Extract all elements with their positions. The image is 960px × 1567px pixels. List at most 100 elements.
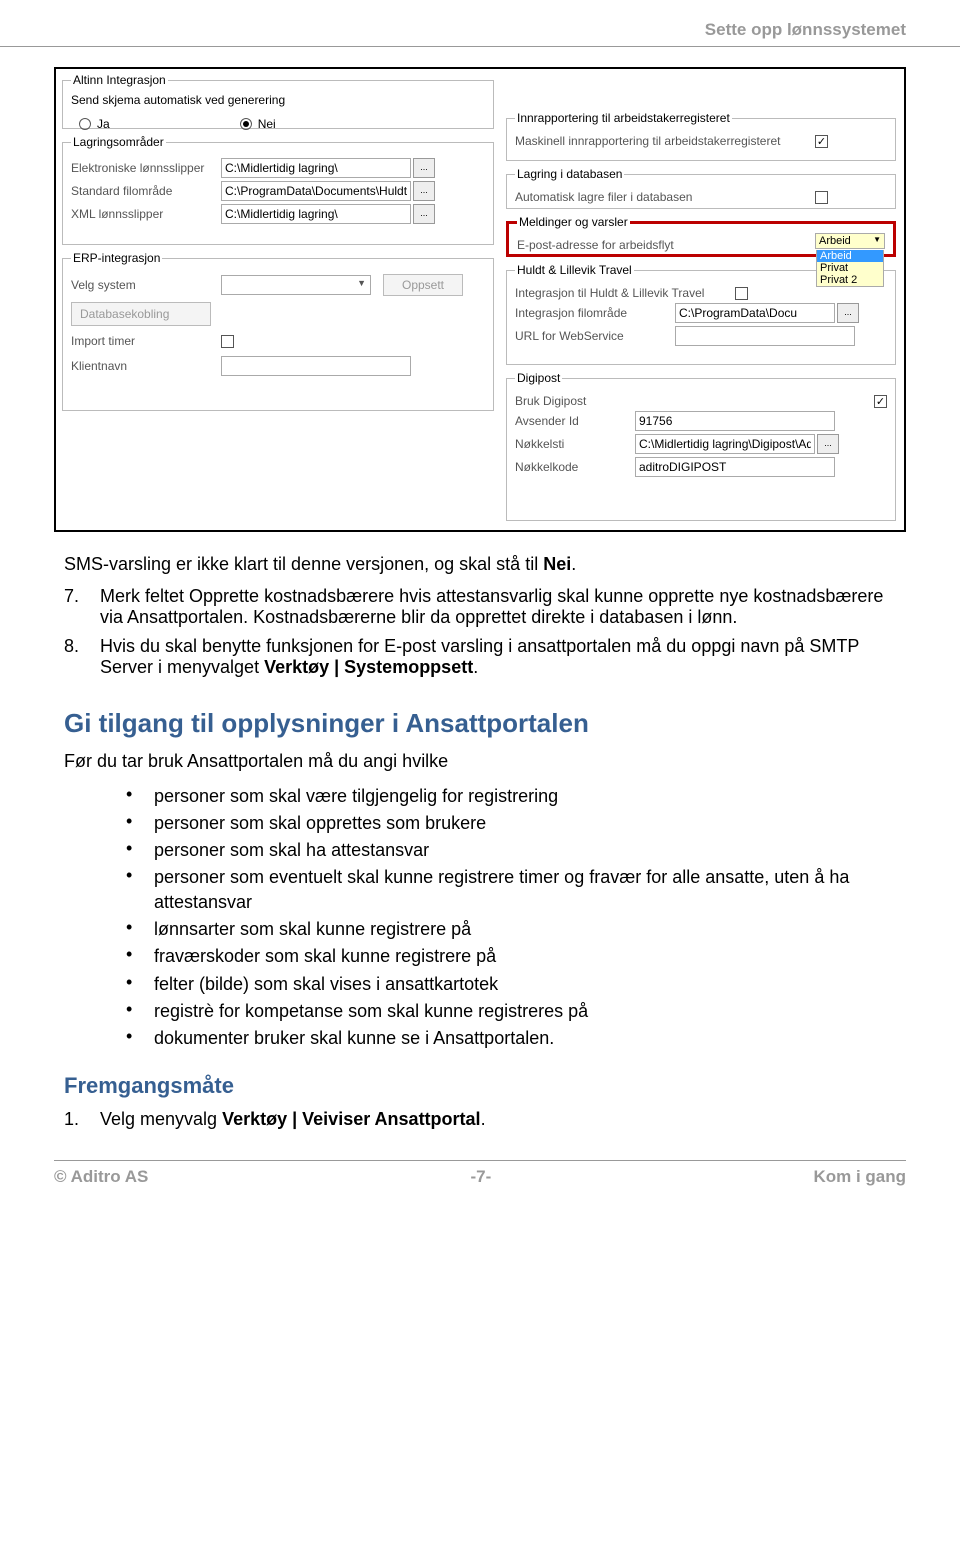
dropdown-velg-system[interactable] xyxy=(221,275,371,295)
browse-button[interactable]: ... xyxy=(413,204,435,224)
bullet-icon: • xyxy=(126,1026,154,1050)
input-std-filomrade[interactable] xyxy=(221,181,411,201)
input-klientnavn[interactable] xyxy=(221,356,411,376)
browse-button[interactable]: ... xyxy=(413,181,435,201)
numbered-list: 7. Merk feltet Opprette kostnadsbærere h… xyxy=(64,586,906,678)
fieldset-lagring: Lagringsområder Elektroniske lønnsslippe… xyxy=(62,135,494,245)
label-el-lonnsslipper: Elektroniske lønnsslipper xyxy=(71,161,221,175)
page-footer: © Aditro AS -7- Kom i gang xyxy=(54,1160,906,1187)
label-velg-system: Velg system xyxy=(71,278,221,292)
legend-lagring: Lagringsområder xyxy=(71,135,166,149)
label-nokkelkode: Nøkkelkode xyxy=(515,460,635,474)
fieldset-erp: ERP-integrasjon Velg system Oppsett Data… xyxy=(62,251,494,411)
altinn-sublabel: Send skjema automatisk ved generering xyxy=(71,93,485,107)
bullet-item: •dokumenter bruker skal kunne se i Ansat… xyxy=(126,1026,906,1050)
item-body: Velg menyvalg Verktøy | Veiviser Ansattp… xyxy=(100,1109,906,1130)
bullet-list: •personer som skal være tilgjengelig for… xyxy=(126,784,906,1051)
checkbox-import-timer[interactable] xyxy=(221,335,234,348)
dropdown-epost-arbeidsflyt[interactable]: Arbeid Arbeid Privat Privat 2 xyxy=(815,233,885,249)
item-number: 1. xyxy=(64,1109,100,1130)
label-import-timer: Import timer xyxy=(71,334,221,348)
input-avsender-id[interactable] xyxy=(635,411,835,431)
bullet-icon: • xyxy=(126,811,154,835)
paragraph-intro: Før du tar bruk Ansattportalen må du ang… xyxy=(64,749,906,773)
legend-lagdb: Lagring i databasen xyxy=(515,167,624,181)
checkbox-bruk-digipost[interactable] xyxy=(874,395,887,408)
bullet-item: •felter (bilde) som skal vises i ansattk… xyxy=(126,972,906,996)
label-integrasjon-filomrade: Integrasjon filområde xyxy=(515,306,635,320)
checkbox-integrasjon-travel[interactable] xyxy=(735,287,748,300)
dropdown-option[interactable]: Privat xyxy=(817,262,883,274)
item-body: Merk feltet Opprette kostnadsbærere hvis… xyxy=(100,586,906,628)
settings-screenshot: Altinn Integrasjon Send skjema automatis… xyxy=(54,67,906,532)
fieldset-innrapportering: Innrapportering til arbeidstakerregister… xyxy=(506,111,896,161)
paragraph-sms-varsling: SMS-varsling er ikke klart til denne ver… xyxy=(64,552,906,576)
label-bruk-digipost: Bruk Digipost xyxy=(515,394,635,408)
label-auto-lagre: Automatisk lagre filer i databasen xyxy=(515,190,815,204)
legend-travel: Huldt & Lillevik Travel xyxy=(515,263,634,277)
fieldset-lagring-db: Lagring i databasen Automatisk lagre fil… xyxy=(506,167,896,209)
bullet-item: •personer som skal være tilgjengelig for… xyxy=(126,784,906,808)
footer-left: © Aditro AS xyxy=(54,1167,148,1187)
label-url-webservice: URL for WebService xyxy=(515,329,635,343)
item-number: 8. xyxy=(64,636,100,678)
bullet-icon: • xyxy=(126,784,154,808)
browse-button[interactable]: ... xyxy=(837,303,859,323)
radio-ja[interactable]: Ja xyxy=(79,117,110,131)
input-el-lonnsslipper[interactable] xyxy=(221,158,411,178)
steps-list: 1. Velg menyvalg Verktøy | Veiviser Ansa… xyxy=(64,1109,906,1130)
radio-icon xyxy=(240,118,252,130)
legend-digi: Digipost xyxy=(515,371,562,385)
bullet-item: •personer som eventuelt skal kunne regis… xyxy=(126,865,906,914)
input-url-webservice[interactable] xyxy=(675,326,855,346)
label-maskinell-innrap: Maskinell innrapportering til arbeidstak… xyxy=(515,134,815,148)
step-1: 1. Velg menyvalg Verktøy | Veiviser Ansa… xyxy=(64,1109,906,1130)
footer-center: -7- xyxy=(471,1167,492,1187)
bullet-icon: • xyxy=(126,917,154,941)
list-item-8: 8. Hvis du skal benytte funksjonen for E… xyxy=(64,636,906,678)
input-xml-lonnsslipper[interactable] xyxy=(221,204,411,224)
bullet-item: •registrè for kompetanse som skal kunne … xyxy=(126,999,906,1023)
input-integrasjon-filomrade[interactable] xyxy=(675,303,835,323)
document-body: SMS-varsling er ikke klart til denne ver… xyxy=(64,552,906,1130)
browse-button[interactable]: ... xyxy=(817,434,839,454)
legend-altinn: Altinn Integrasjon xyxy=(71,73,168,87)
dropdown-option[interactable]: Privat 2 xyxy=(817,274,883,286)
list-item-7: 7. Merk feltet Opprette kostnadsbærere h… xyxy=(64,586,906,628)
label-epost-arbeidsflyt: E-post-adresse for arbeidsflyt xyxy=(517,238,717,252)
header-title: Sette opp lønnssystemet xyxy=(705,20,906,39)
label-xml-lonnsslipper: XML lønnsslipper xyxy=(71,207,221,221)
checkbox-auto-lagre[interactable] xyxy=(815,191,828,204)
radio-ja-label: Ja xyxy=(97,117,110,131)
fieldset-digipost: Digipost Bruk Digipost Avsender Id Nøkke… xyxy=(506,371,896,521)
bullet-item: •personer som skal opprettes som brukere xyxy=(126,811,906,835)
dropdown-option[interactable]: Arbeid xyxy=(817,250,883,262)
checkbox-maskinell-innrap[interactable] xyxy=(815,135,828,148)
bullet-item: •fraværskoder som skal kunne registrere … xyxy=(126,944,906,968)
oppsett-button[interactable]: Oppsett xyxy=(383,274,463,296)
dropdown-options: Arbeid Privat Privat 2 xyxy=(816,250,884,287)
fieldset-altinn: Altinn Integrasjon Send skjema automatis… xyxy=(62,73,494,129)
heading-gi-tilgang: Gi tilgang til opplysninger i Ansattport… xyxy=(64,708,906,739)
browse-button[interactable]: ... xyxy=(413,158,435,178)
dropdown-selected: Arbeid xyxy=(816,234,884,248)
label-std-filomrade: Standard filområde xyxy=(71,184,221,198)
item-body: Hvis du skal benytte funksjonen for E-po… xyxy=(100,636,906,678)
bullet-icon: • xyxy=(126,865,154,914)
radio-nei[interactable]: Nei xyxy=(240,117,276,131)
heading-fremgangsmate: Fremgangsmåte xyxy=(64,1073,906,1099)
input-nokkelkode[interactable] xyxy=(635,457,835,477)
radio-icon xyxy=(79,118,91,130)
label-avsender-id: Avsender Id xyxy=(515,414,635,428)
bullet-item: •personer som skal ha attestansvar xyxy=(126,838,906,862)
bullet-item: •lønnsarter som skal kunne registrere på xyxy=(126,917,906,941)
item-number: 7. xyxy=(64,586,100,628)
bullet-icon: • xyxy=(126,999,154,1023)
bullet-icon: • xyxy=(126,944,154,968)
radio-nei-label: Nei xyxy=(258,117,276,131)
legend-meld: Meldinger og varsler xyxy=(517,215,630,229)
label-klientnavn: Klientnavn xyxy=(71,359,221,373)
footer-right: Kom i gang xyxy=(813,1167,906,1187)
databasekobling-button[interactable]: Databasekobling xyxy=(71,302,211,326)
input-nokkelsti[interactable] xyxy=(635,434,815,454)
